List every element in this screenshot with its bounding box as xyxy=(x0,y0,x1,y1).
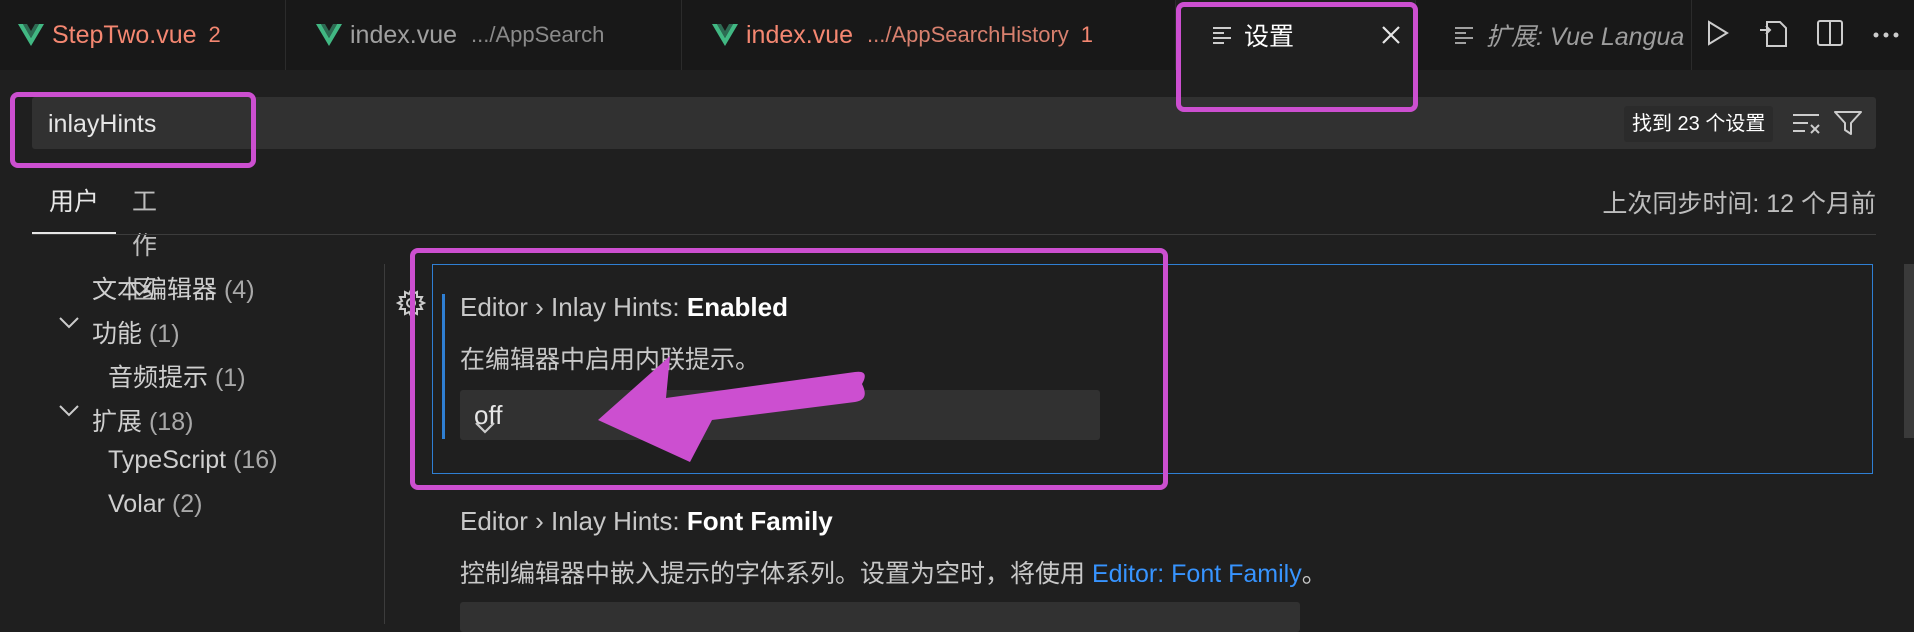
font-family-input[interactable] xyxy=(460,602,1300,632)
tab-user[interactable]: 用户 xyxy=(32,180,116,234)
highlight-setting xyxy=(410,248,1168,490)
clear-filter-icon[interactable] xyxy=(1792,112,1822,139)
highlight-search xyxy=(10,92,256,168)
toc-item-extensions[interactable]: 扩展 (18) xyxy=(92,402,193,438)
setting-description: 控制编辑器中嵌入提示的字体系列。设置为空时，将使用 Editor: Font F… xyxy=(460,560,1327,588)
toc-item-typescript[interactable]: TypeScript (16) xyxy=(108,446,278,475)
vue-icon xyxy=(712,24,738,46)
sync-status: 上次同步时间: 12 个月前 xyxy=(1602,190,1876,218)
scrollbar[interactable] xyxy=(1904,264,1914,438)
problem-count: 1 xyxy=(1080,22,1094,47)
results-count-badge: 找到 23 个设置 xyxy=(1624,106,1774,142)
editor-actions xyxy=(1692,0,1914,70)
more-icon[interactable] xyxy=(1872,26,1900,44)
filter-icon[interactable] xyxy=(1834,110,1862,141)
toc-item-features[interactable]: 功能 (1) xyxy=(92,314,180,350)
toc-item-volar[interactable]: Volar (2) xyxy=(108,490,203,519)
tab-label: StepTwo.vue xyxy=(52,20,197,49)
run-icon[interactable] xyxy=(1706,19,1730,51)
tab-steptwo[interactable]: StepTwo.vue 2 xyxy=(0,0,286,70)
split-editor-icon[interactable] xyxy=(1816,19,1844,52)
toc-divider xyxy=(384,264,385,624)
tab-workspace[interactable]: 工作区 xyxy=(132,180,157,304)
problem-count: 2 xyxy=(208,22,221,47)
toc-item-text-editor[interactable]: 文本编辑器 (4) xyxy=(92,270,255,306)
tab-extension-vue[interactable]: 扩展: Vue Langua xyxy=(1416,0,1692,70)
toc-item-audio-cues[interactable]: 音频提示 (1) xyxy=(108,358,246,394)
divider xyxy=(32,234,1876,235)
setting-title: Editor › Inlay Hints: Font Family xyxy=(460,506,833,536)
tab-label: index.vue xyxy=(350,20,458,49)
open-file-icon[interactable] xyxy=(1758,18,1788,53)
settings-lines-icon xyxy=(1454,26,1474,44)
chevron-down-icon[interactable] xyxy=(58,316,80,335)
vue-icon xyxy=(316,24,342,46)
tab-label: index.vue xyxy=(746,20,854,49)
tab-index-appsearch[interactable]: index.vue .../AppSearch xyxy=(286,0,682,70)
tab-label: 扩展: Vue Langua xyxy=(1486,23,1685,51)
settings-search xyxy=(32,97,1876,151)
setting-link[interactable]: Editor: Font Family xyxy=(1092,560,1302,588)
highlight-settings-tab xyxy=(1176,2,1418,112)
tab-index-appsearchhistory[interactable]: index.vue .../AppSearchHistory 1 xyxy=(682,0,1176,70)
vue-icon xyxy=(18,24,44,46)
tab-description: .../AppSearch xyxy=(471,22,605,47)
chevron-down-icon[interactable] xyxy=(58,404,80,423)
tab-description: .../AppSearchHistory xyxy=(867,22,1069,47)
